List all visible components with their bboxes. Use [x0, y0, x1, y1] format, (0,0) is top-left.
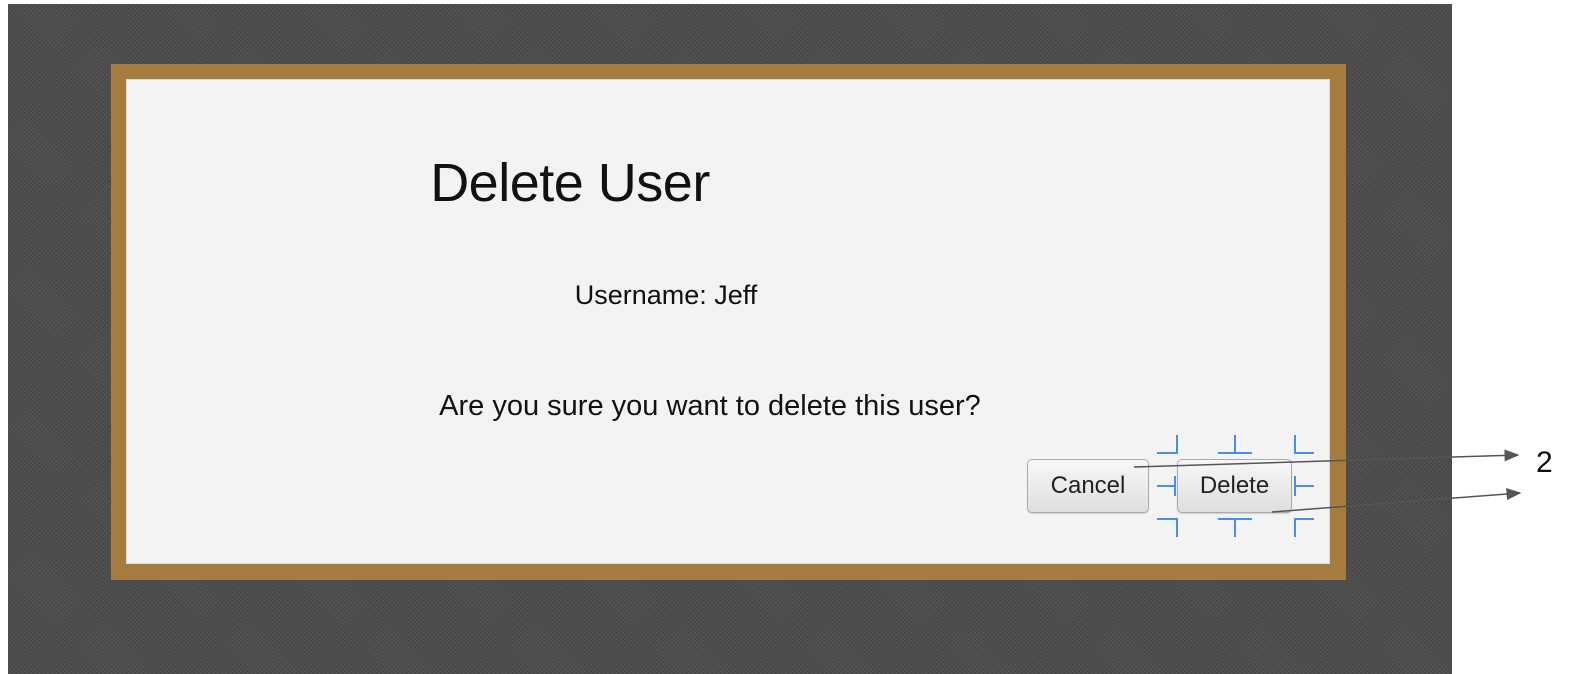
username-label: Username: Jeff [574, 280, 758, 310]
delete-button[interactable]: Delete [1177, 459, 1292, 513]
annotation-number: 2 [1536, 446, 1553, 479]
confirm-prompt: Are you sure you want to delete this use… [439, 390, 981, 422]
dialog-title: Delete User [430, 153, 710, 213]
cancel-button[interactable]: Cancel [1027, 459, 1149, 513]
editor-stage: Delete User Username: Jeff Are you sure … [0, 0, 1592, 674]
